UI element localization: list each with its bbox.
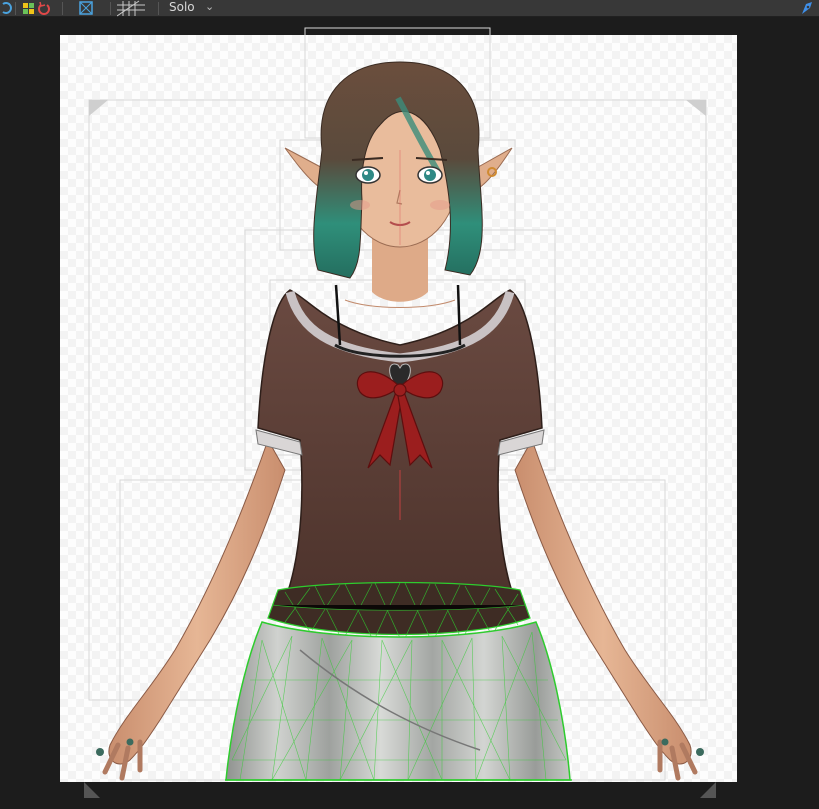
- refresh-icon[interactable]: [0, 0, 12, 17]
- left-iris: [362, 169, 374, 181]
- color-palette-icon[interactable]: [22, 0, 36, 17]
- chevron-down-icon[interactable]: ⌄: [205, 0, 214, 17]
- right-iris: [424, 169, 436, 181]
- toolbar-separator: [62, 2, 63, 15]
- solo-dropdown-label[interactable]: Solo: [169, 0, 195, 17]
- toolbar-separator: [15, 2, 16, 15]
- corner-handle-tr: [686, 100, 706, 116]
- grid-icon[interactable]: [117, 0, 145, 17]
- character-model[interactable]: [0, 17, 819, 809]
- corner-handle-tl: [89, 100, 108, 116]
- reset-icon[interactable]: [37, 0, 51, 17]
- toolbar-separator: [158, 2, 159, 15]
- skirt-mesh: [225, 621, 571, 781]
- pen-tool-icon[interactable]: [798, 0, 816, 17]
- toolbar-separator: [110, 2, 111, 15]
- toolbar: Solo ⌄: [0, 0, 819, 17]
- mesh-frame-icon[interactable]: [78, 0, 94, 17]
